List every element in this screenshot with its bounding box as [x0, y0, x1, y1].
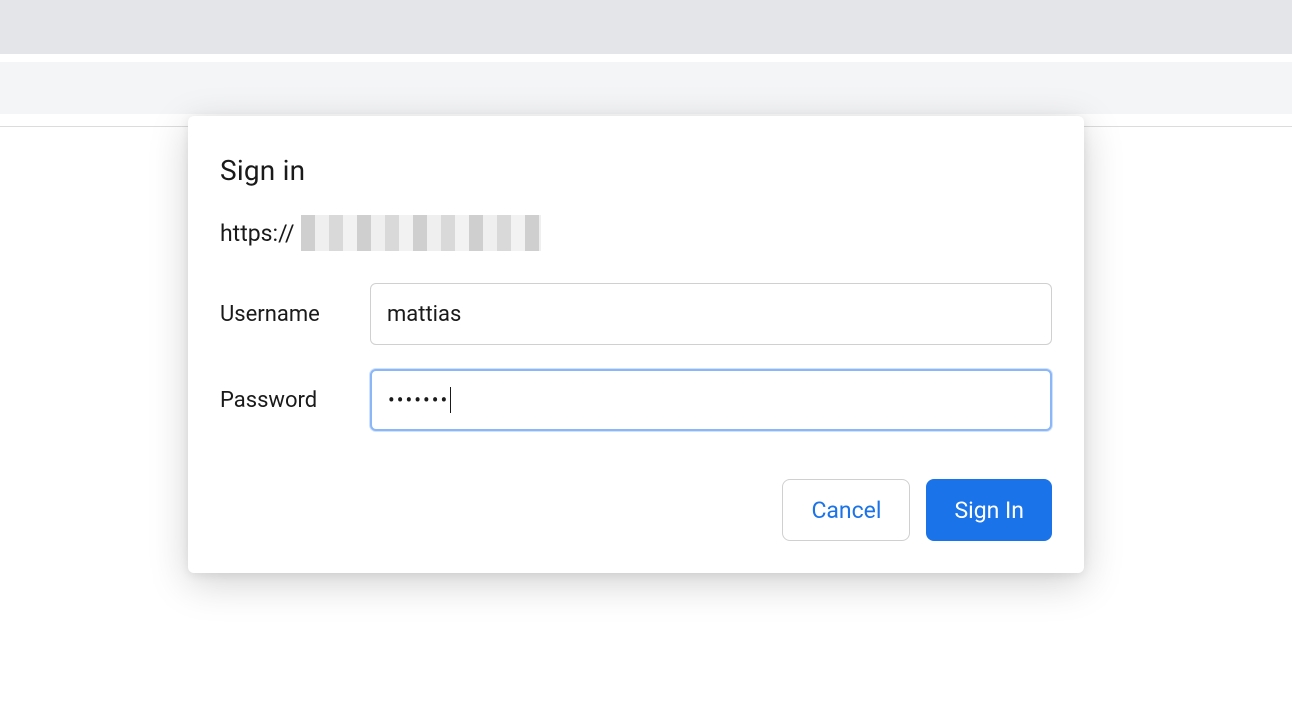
dialog-button-row: Cancel Sign In — [220, 479, 1052, 541]
password-input[interactable]: ••••••• — [370, 369, 1052, 431]
url-scheme: https:// — [220, 220, 295, 247]
username-input[interactable] — [370, 283, 1052, 345]
browser-toolbar-bg — [0, 62, 1292, 114]
spacer — [0, 54, 1292, 62]
sign-in-button[interactable]: Sign In — [926, 479, 1052, 541]
text-caret-icon — [450, 387, 451, 413]
redacted-host-icon — [301, 215, 541, 251]
dialog-title: Sign in — [220, 154, 1052, 187]
cancel-button[interactable]: Cancel — [782, 479, 910, 541]
username-row: Username — [220, 283, 1052, 345]
browser-chrome-top — [0, 0, 1292, 54]
password-mask: ••••••• — [388, 390, 449, 410]
username-label: Username — [220, 302, 370, 327]
dialog-origin-row: https:// — [220, 215, 1052, 251]
auth-dialog: Sign in https:// Username Password •••••… — [188, 116, 1084, 573]
password-label: Password — [220, 388, 370, 413]
password-row: Password ••••••• — [220, 369, 1052, 431]
